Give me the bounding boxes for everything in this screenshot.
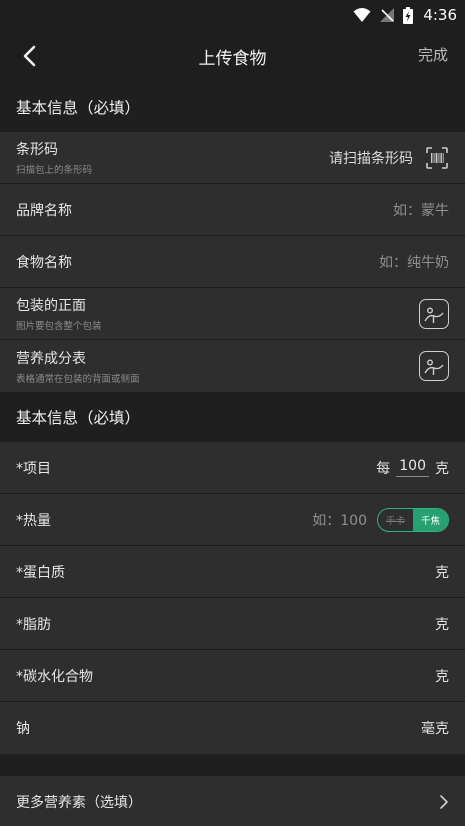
back-arrow-icon xyxy=(23,45,36,67)
nutrition-table-row[interactable]: 营养成分表 表格通常在包装的背面或侧面 xyxy=(0,340,465,392)
section-header: 基本信息（必填） xyxy=(0,392,465,442)
nutrition-table-hint: 表格通常在包装的背面或侧面 xyxy=(16,373,140,385)
barcode-row[interactable]: 条形码 扫描包上的条形码 请扫描条形码 xyxy=(0,132,465,184)
nutrition-table-label: 营养成分表 xyxy=(16,350,86,367)
section-divider xyxy=(0,754,465,776)
page-title: 上传食物 xyxy=(198,48,267,69)
energy-row: *热量 如：100 千卡 千焦 xyxy=(0,494,465,546)
serving-row: *项目 每 100 克 xyxy=(0,442,465,494)
battery-charging-icon xyxy=(403,6,414,24)
brand-label: 品牌名称 xyxy=(16,202,72,219)
status-bar: 4:36 xyxy=(0,0,465,30)
wifi-icon xyxy=(353,8,371,22)
protein-unit: 克 xyxy=(435,564,449,581)
food-name-row[interactable]: 食物名称 如：纯牛奶 xyxy=(0,236,465,288)
food-name-input[interactable]: 如：纯牛奶 xyxy=(379,252,449,272)
image-icon xyxy=(424,306,444,323)
barcode-hint: 扫描包上的条形码 xyxy=(16,165,93,176)
per-label: 每 xyxy=(376,460,391,477)
image-icon xyxy=(424,359,444,375)
energy-label: *热量 xyxy=(16,512,51,529)
status-time: 4:36 xyxy=(423,6,457,24)
scan-barcode-text[interactable]: 请扫描条形码 xyxy=(329,148,413,168)
barcode-scan-icon[interactable] xyxy=(425,146,449,170)
energy-input[interactable]: 如：100 xyxy=(312,510,367,530)
nutrition-table-photo-button[interactable] xyxy=(419,351,449,381)
food-name-label: 食物名称 xyxy=(16,254,72,271)
brand-input[interactable]: 如：蒙牛 xyxy=(393,200,449,220)
carb-unit: 克 xyxy=(435,668,449,685)
more-nutrients-label: 更多营养素（选填） xyxy=(16,795,142,811)
fat-unit: 克 xyxy=(435,616,449,633)
fat-row[interactable]: *脂肪 克 xyxy=(0,598,465,650)
protein-label: *蛋白质 xyxy=(16,564,65,581)
back-button[interactable] xyxy=(14,40,44,72)
package-front-label: 包装的正面 xyxy=(16,298,86,314)
section-basic-info: 基本信息（必填） 条形码 扫描包上的条形码 请扫描条形码 品牌名称 如：蒙牛 食… xyxy=(0,82,465,392)
brand-row[interactable]: 品牌名称 如：蒙牛 xyxy=(0,184,465,236)
serving-label: *项目 xyxy=(16,460,51,477)
more-nutrients-row[interactable]: 更多营养素（选填） xyxy=(0,776,465,826)
kj-option[interactable]: 千焦 xyxy=(413,508,448,531)
protein-row[interactable]: *蛋白质 克 xyxy=(0,546,465,598)
fat-label: *脂肪 xyxy=(16,616,51,633)
sodium-unit: 毫克 xyxy=(421,721,449,737)
section-nutrition-info: 基本信息（必填） *项目 每 100 克 *热量 如：100 千卡 千焦 *蛋白… xyxy=(0,392,465,754)
section-header: 基本信息（必填） xyxy=(0,82,465,132)
done-button[interactable]: 完成 xyxy=(418,44,448,65)
kcal-option[interactable]: 千卡 xyxy=(378,509,413,531)
carb-row[interactable]: *碳水化合物 克 xyxy=(0,650,465,702)
sodium-row[interactable]: 钠 毫克 xyxy=(0,702,465,754)
package-front-row[interactable]: 包装的正面 图片要包含整个包装 xyxy=(0,288,465,340)
no-signal-icon xyxy=(380,8,395,22)
serving-amount-input[interactable]: 100 xyxy=(396,458,429,477)
top-nav-bar: 上传食物 完成 xyxy=(0,30,465,82)
sodium-label: 钠 xyxy=(16,721,30,737)
energy-unit-toggle[interactable]: 千卡 千焦 xyxy=(377,507,449,532)
serving-unit: 克 xyxy=(435,460,449,477)
package-front-photo-button[interactable] xyxy=(419,298,449,329)
carb-label: *碳水化合物 xyxy=(16,668,93,685)
package-front-hint: 图片要包含整个包装 xyxy=(16,321,102,332)
chevron-right-icon xyxy=(440,795,448,809)
barcode-label: 条形码 xyxy=(16,142,58,158)
